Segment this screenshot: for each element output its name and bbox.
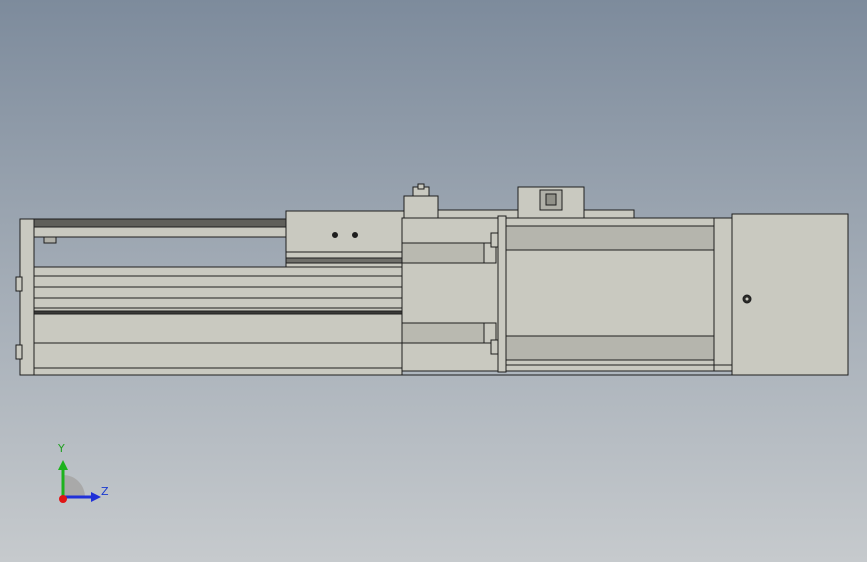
flange-plate — [497, 215, 507, 373]
x-axis-dot — [59, 495, 67, 503]
linear-actuator-model[interactable] — [0, 0, 867, 562]
triad-quadrant — [63, 475, 85, 497]
top-fitting — [403, 183, 439, 219]
carriage-block — [285, 210, 407, 268]
connector-box — [517, 186, 585, 219]
z-axis-label: Z — [101, 485, 109, 498]
encoder-cover — [731, 213, 849, 376]
end-cap — [15, 218, 35, 376]
guide-rail — [33, 218, 287, 244]
z-axis-arrow — [91, 492, 101, 502]
extrusion-body — [33, 266, 403, 376]
orientation-triad: Y Z — [40, 440, 120, 520]
y-axis-label: Y — [58, 442, 65, 455]
servo-motor — [505, 217, 733, 372]
y-axis-arrow — [58, 460, 68, 470]
cad-viewport[interactable]: Y Z — [0, 0, 867, 562]
motor-flange — [401, 217, 501, 372]
